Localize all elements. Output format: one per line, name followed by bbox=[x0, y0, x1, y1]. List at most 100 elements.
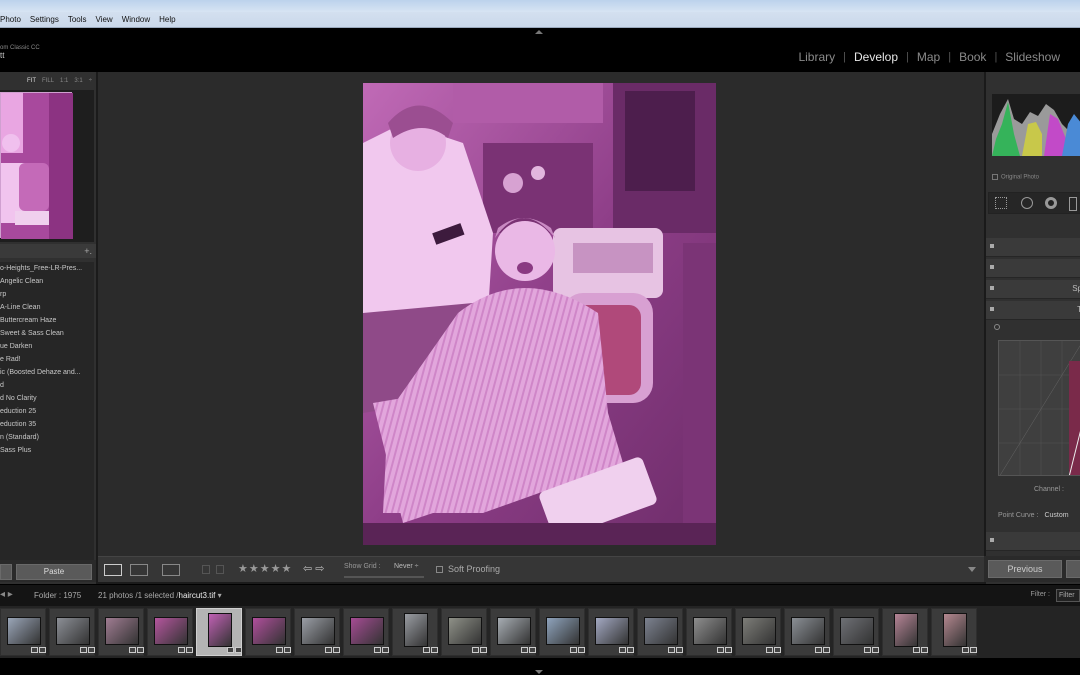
zoom-dropdown-icon[interactable]: ÷ bbox=[89, 78, 92, 84]
filmstrip-cell[interactable] bbox=[833, 608, 879, 656]
flag-icon[interactable] bbox=[202, 565, 210, 574]
rotate-arrows-icon[interactable]: ⇦ ⇨ bbox=[303, 562, 325, 575]
filmstrip-cell[interactable] bbox=[0, 608, 46, 656]
main-photo[interactable] bbox=[363, 83, 716, 545]
navigator-thumbnail[interactable] bbox=[0, 92, 73, 239]
filmstrip-thumbnail[interactable] bbox=[301, 617, 335, 645]
histogram[interactable] bbox=[992, 94, 1080, 156]
preset-item[interactable]: d No Clarity bbox=[0, 392, 94, 405]
zoom-fill[interactable]: FILL bbox=[42, 78, 54, 84]
reject-flag-icon[interactable] bbox=[216, 565, 224, 574]
filmstrip-thumbnail[interactable] bbox=[595, 617, 629, 645]
filmstrip-thumbnail[interactable] bbox=[840, 617, 874, 645]
filmstrip-cell[interactable] bbox=[294, 608, 340, 656]
rating-stars[interactable]: ★★★★★ bbox=[238, 562, 292, 575]
reset-button[interactable] bbox=[1066, 560, 1080, 578]
zoom-fit[interactable]: FIT bbox=[27, 78, 36, 84]
filename-dropdown-icon[interactable]: ▾ bbox=[215, 591, 222, 600]
filmstrip-cell[interactable] bbox=[392, 608, 438, 656]
paste-button[interactable]: Paste bbox=[16, 564, 92, 580]
collapse-bottom-arrow-icon[interactable] bbox=[535, 670, 543, 674]
filmstrip-thumbnail[interactable] bbox=[7, 617, 41, 645]
filmstrip-thumbnail[interactable] bbox=[644, 617, 678, 645]
graduated-filter-icon[interactable] bbox=[1069, 197, 1077, 211]
filmstrip-cell[interactable] bbox=[245, 608, 291, 656]
preset-item[interactable]: eduction 35 bbox=[0, 418, 94, 431]
filmstrip-thumbnail[interactable] bbox=[404, 613, 428, 647]
panel-section-tone[interactable] bbox=[986, 259, 1080, 278]
red-eye-icon[interactable] bbox=[1045, 197, 1057, 209]
target-adjust-icon[interactable] bbox=[994, 324, 1000, 330]
filmstrip-nav-arrows-icon[interactable]: ◂ ▸ bbox=[0, 589, 13, 600]
panel-section-hsl[interactable] bbox=[986, 532, 1080, 551]
filmstrip-thumbnail[interactable] bbox=[154, 617, 188, 645]
filmstrip-cell[interactable] bbox=[441, 608, 487, 656]
filmstrip-cell[interactable] bbox=[490, 608, 536, 656]
grid-slider[interactable] bbox=[344, 576, 424, 578]
menu-window[interactable]: Window bbox=[122, 14, 150, 26]
filmstrip-cell[interactable] bbox=[588, 608, 634, 656]
before-after-icon[interactable] bbox=[130, 564, 148, 576]
filmstrip-thumbnail[interactable] bbox=[105, 617, 139, 645]
loupe-view-icon[interactable] bbox=[104, 564, 122, 576]
preset-item[interactable]: Sass Plus bbox=[0, 444, 94, 457]
preset-item[interactable]: rp bbox=[0, 288, 94, 301]
filmstrip-cell[interactable] bbox=[637, 608, 683, 656]
channel-label[interactable]: Channel : bbox=[1034, 486, 1064, 493]
menu-view[interactable]: View bbox=[96, 14, 113, 26]
point-curve-row[interactable]: Point Curve : Custom bbox=[998, 512, 1069, 519]
menu-photo[interactable]: Photo bbox=[0, 14, 21, 26]
filmstrip-thumbnail[interactable] bbox=[894, 613, 918, 647]
filmstrip-thumbnail[interactable] bbox=[943, 613, 967, 647]
filmstrip-thumbnail[interactable] bbox=[497, 617, 531, 645]
preset-item[interactable]: A-Line Clean bbox=[0, 301, 94, 314]
filmstrip-cell[interactable] bbox=[735, 608, 781, 656]
filmstrip-thumbnail[interactable] bbox=[693, 617, 727, 645]
filmstrip-cell[interactable] bbox=[147, 608, 193, 656]
previous-button[interactable]: Previous bbox=[988, 560, 1062, 578]
filmstrip-thumbnail[interactable] bbox=[56, 617, 90, 645]
original-photo-checkbox[interactable] bbox=[992, 174, 998, 180]
filmstrip-thumbnail[interactable] bbox=[208, 613, 232, 647]
filmstrip-cell[interactable] bbox=[343, 608, 389, 656]
preset-item[interactable]: Sweet & Sass Clean bbox=[0, 327, 94, 340]
filmstrip-cell[interactable] bbox=[882, 608, 928, 656]
preset-item[interactable]: ic (Boosted Dehaze and... bbox=[0, 366, 94, 379]
filmstrip-thumbnail[interactable] bbox=[252, 617, 286, 645]
module-slideshow[interactable]: Slideshow bbox=[997, 50, 1068, 64]
preset-item[interactable]: eduction 25 bbox=[0, 405, 94, 418]
show-grid-select[interactable]: Never ÷ bbox=[394, 563, 418, 570]
yy-compare-icon[interactable] bbox=[162, 564, 180, 576]
filmstrip-cell[interactable] bbox=[539, 608, 585, 656]
point-curve-value[interactable]: Custom bbox=[1044, 512, 1068, 519]
presets-panel-header[interactable] bbox=[0, 244, 96, 258]
preset-item[interactable]: ue Darken bbox=[0, 340, 94, 353]
add-preset-icon[interactable]: +. bbox=[84, 246, 92, 256]
preset-item[interactable]: o-Heights_Free-LR-Pres... bbox=[0, 262, 94, 275]
selection-info[interactable]: 21 photos /1 selected /haircut3.tif ▾ bbox=[98, 591, 222, 600]
folder-label[interactable]: Folder : 1975 bbox=[34, 591, 81, 600]
filmstrip-cell[interactable] bbox=[196, 608, 242, 656]
filmstrip-thumbnail[interactable] bbox=[742, 617, 776, 645]
tone-curve-graph[interactable] bbox=[998, 340, 1080, 476]
module-develop[interactable]: Develop bbox=[846, 50, 906, 64]
preset-item[interactable]: Angelic Clean bbox=[0, 275, 94, 288]
preset-item[interactable]: d bbox=[0, 379, 94, 392]
menu-tools[interactable]: Tools bbox=[68, 14, 87, 26]
filmstrip-cell[interactable] bbox=[931, 608, 977, 656]
spot-removal-icon[interactable] bbox=[1021, 197, 1033, 209]
filmstrip-thumbnail[interactable] bbox=[350, 617, 384, 645]
preset-item[interactable]: n (Standard) bbox=[0, 431, 94, 444]
menu-help[interactable]: Help bbox=[159, 14, 175, 26]
filmstrip-thumbnail[interactable] bbox=[546, 617, 580, 645]
filmstrip-thumbnail[interactable] bbox=[448, 617, 482, 645]
module-book[interactable]: Book bbox=[951, 50, 994, 64]
filter-select[interactable]: Filter bbox=[1056, 589, 1080, 602]
filmstrip-cell[interactable] bbox=[49, 608, 95, 656]
filmstrip-cell[interactable] bbox=[98, 608, 144, 656]
zoom-3-1[interactable]: 3:1 bbox=[74, 78, 82, 84]
module-library[interactable]: Library bbox=[790, 50, 843, 64]
preset-item[interactable]: e Rad! bbox=[0, 353, 94, 366]
panel-section-split[interactable]: Sp bbox=[986, 280, 1080, 299]
filmstrip-cell[interactable] bbox=[784, 608, 830, 656]
